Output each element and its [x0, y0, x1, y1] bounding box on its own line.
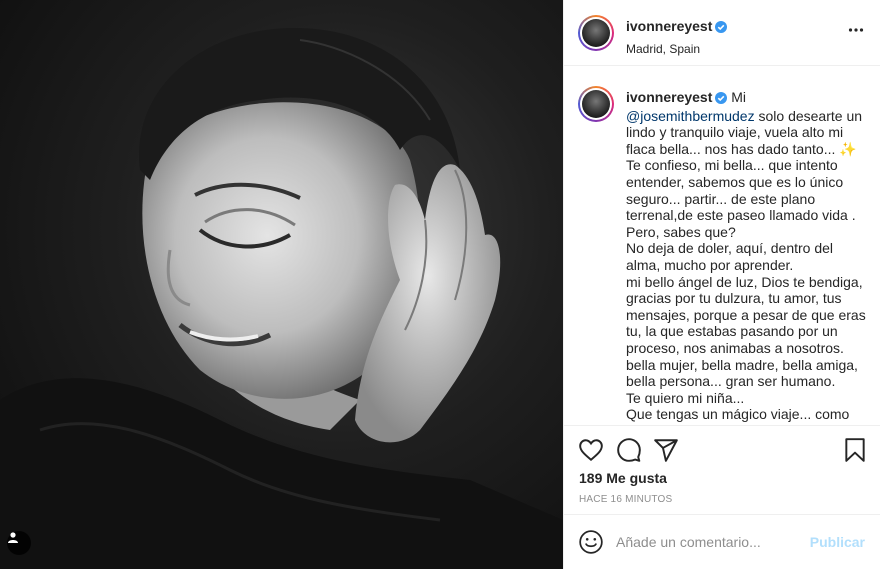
- comment-bar: Publicar: [564, 514, 880, 569]
- post-side-panel: ivonnereyest Madrid, Spain ivonnereyest …: [564, 0, 880, 569]
- post-photo[interactable]: [0, 0, 563, 569]
- smiley-icon[interactable]: [578, 529, 604, 555]
- bookmark-icon[interactable]: [842, 437, 868, 463]
- user-tag-icon[interactable]: [7, 531, 31, 555]
- more-dots-icon[interactable]: [848, 22, 864, 38]
- comment-input[interactable]: [616, 529, 806, 555]
- publish-button[interactable]: Publicar: [810, 534, 865, 550]
- caption-avatar[interactable]: [578, 86, 614, 122]
- caption-body: solo desearte un lindo y tranquilo viaje…: [626, 107, 866, 425]
- portrait-image: [0, 27, 563, 569]
- heart-icon[interactable]: [578, 437, 604, 463]
- action-bar: 189 Me gusta HACE 16 MINUTOS: [564, 425, 880, 514]
- paper-plane-icon[interactable]: [653, 437, 679, 463]
- verified-badge-icon: [715, 91, 728, 108]
- post-timestamp[interactable]: HACE 16 MINUTOS: [579, 494, 672, 505]
- like-count[interactable]: 189 Me gusta: [579, 470, 667, 486]
- avatar[interactable]: [578, 15, 614, 51]
- caption-mention[interactable]: @josemithbermudez: [626, 108, 755, 124]
- caption-first-word: Mi: [731, 89, 747, 105]
- header-username[interactable]: ivonnereyest: [626, 18, 712, 34]
- header-user-block: ivonnereyest Madrid, Spain: [626, 18, 728, 56]
- post-header: ivonnereyest Madrid, Spain: [564, 0, 880, 66]
- caption-username[interactable]: ivonnereyest: [626, 89, 712, 105]
- comment-bubble-icon[interactable]: [616, 437, 642, 463]
- caption-text: ivonnereyest Mi @josemithbermudez solo d…: [626, 89, 866, 425]
- caption-area: ivonnereyest Mi @josemithbermudez solo d…: [564, 67, 880, 425]
- verified-badge-icon: [715, 20, 728, 38]
- header-location[interactable]: Madrid, Spain: [626, 42, 727, 56]
